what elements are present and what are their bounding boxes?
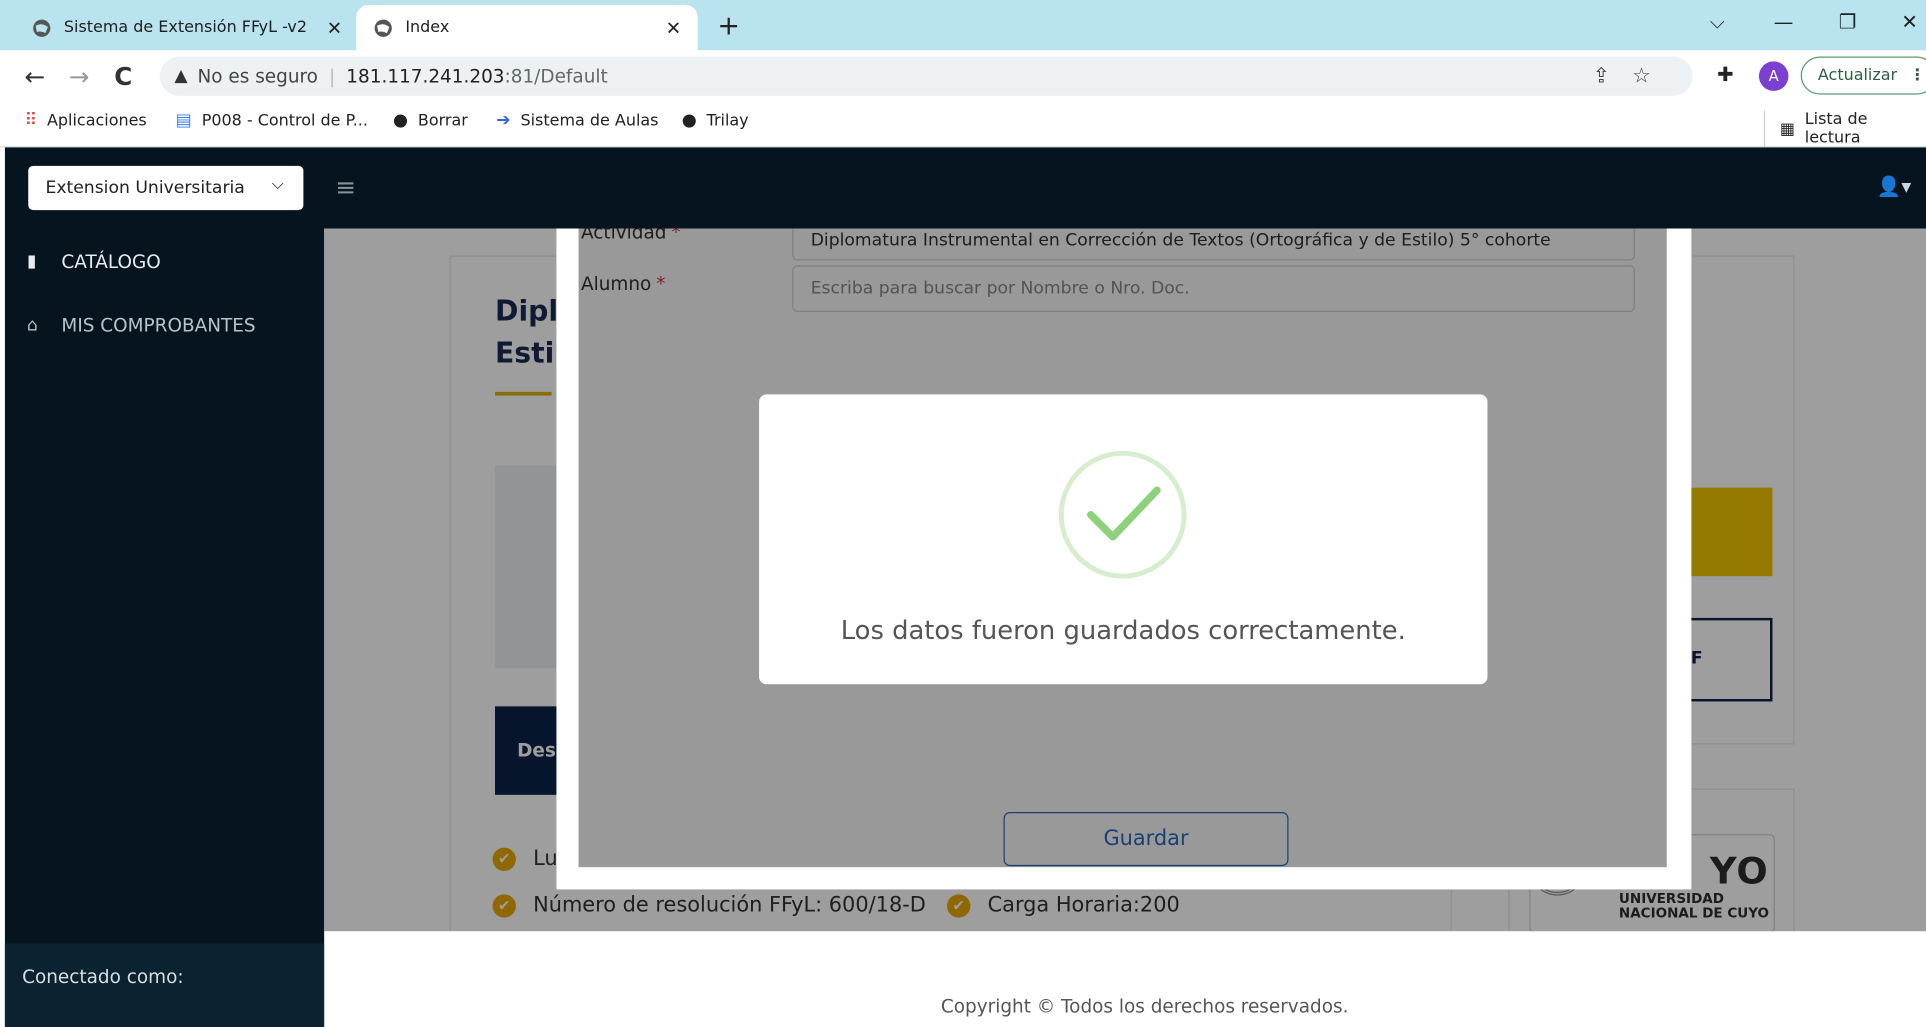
bookmark-apps[interactable]: ⠿ Aplicaciones <box>25 111 147 131</box>
module-select-value: Extension Universitaria <box>45 178 245 198</box>
address-host: 181.117.241.203 <box>346 65 505 88</box>
success-alert: Los datos fueron guardados correctamente… <box>759 394 1488 685</box>
connected-as: Conectado como: <box>4 943 325 1027</box>
doc-icon: ▤ <box>175 110 192 131</box>
book-icon: ▮ <box>27 251 37 272</box>
footer: Copyright © Todos los derechos reservado… <box>324 931 1926 1027</box>
bookmark-aulas[interactable]: ➔ Sistema de Aulas <box>496 111 658 131</box>
home-icon: ⌂ <box>27 315 38 336</box>
minimize-icon[interactable]: — <box>1774 10 1794 33</box>
forward-icon[interactable]: → <box>69 61 90 90</box>
alert-message: Los datos fueron guardados correctamente… <box>840 615 1406 645</box>
address-bar[interactable]: ▲ No es seguro | 181.117.241.203 :81/Def… <box>159 56 1693 96</box>
profile-avatar[interactable]: A <box>1758 61 1789 91</box>
back-icon[interactable]: ← <box>25 61 46 90</box>
sidebar-item-comprobantes[interactable]: ⌂ MIS COMPROBANTES <box>27 314 256 336</box>
tab-title: Sistema de Extensión FFyL -v2 <box>63 18 308 37</box>
sidebar-item-label: CATÁLOGO <box>61 250 161 273</box>
module-select[interactable]: Extension Universitaria ⌵ <box>28 165 304 211</box>
address-path: :81/Default <box>504 65 608 88</box>
globe-icon <box>374 19 392 37</box>
security-label: No es seguro <box>197 65 318 88</box>
globe-icon: ● <box>681 110 697 131</box>
update-button[interactable]: Actualizar ⋮ <box>1800 56 1926 95</box>
share-star-icons[interactable]: ⇪☆ <box>1593 64 1673 89</box>
hamburger-icon[interactable]: ≡ <box>335 172 356 201</box>
address-separator: | <box>329 65 336 88</box>
restore-icon[interactable]: ❐ <box>1839 10 1857 33</box>
bookmark-borrar[interactable]: ● Borrar <box>393 111 468 131</box>
bookmark-trilay[interactable]: ● Trilay <box>682 111 749 131</box>
app-header: Extension Universitaria ⌵ ≡ 👤▾ <box>4 147 1926 229</box>
check-icon <box>1058 450 1187 579</box>
globe-icon <box>33 19 51 37</box>
new-tab-icon[interactable]: + <box>717 11 740 42</box>
connected-label: Conectado como: <box>22 965 184 988</box>
close-window-icon[interactable]: ✕ <box>1901 10 1917 33</box>
tab-search-icon[interactable]: ⌵ <box>1710 10 1725 35</box>
reading-list-icon: ▦ <box>1779 119 1795 139</box>
reading-list[interactable]: ▦ Lista de lectura <box>1763 110 1926 148</box>
arrow-icon: ➔ <box>496 110 511 131</box>
checkmark <box>1087 486 1161 541</box>
bookmarks-bar: ⠿ Aplicaciones ▤ P008 - Control de P... ● B… <box>0 101 1926 148</box>
menu-dots-icon[interactable]: ⋮ <box>1909 66 1925 84</box>
bookmark-p008[interactable]: ▤ P008 - Control de P... <box>176 111 368 131</box>
warning-icon: ▲ <box>174 66 188 86</box>
tab-title: Index <box>405 18 450 37</box>
browser-tab-index[interactable]: Index ✕ <box>356 4 698 51</box>
apps-grid-icon: ⠿ <box>24 110 38 131</box>
sidebar: ▮ CATÁLOGO ⌂ MIS COMPROBANTES Conectado … <box>4 228 325 1027</box>
browser-toolbar: ← → C ▲ No es seguro | 181.117.241.203 :… <box>0 50 1926 102</box>
globe-icon: ● <box>393 110 409 131</box>
reload-icon[interactable]: C <box>114 61 132 90</box>
copyright-text: Copyright © Todos los derechos reservado… <box>940 995 1349 1018</box>
close-icon[interactable]: ✕ <box>327 17 342 39</box>
browser-tab-sistema[interactable]: Sistema de Extensión FFyL -v2 ✕ <box>32 5 359 50</box>
update-label: Actualizar <box>1817 66 1898 85</box>
browser-tab-bar: Sistema de Extensión FFyL -v2 ✕ Index ✕ … <box>0 0 1926 51</box>
extensions-icon[interactable]: ✚ <box>1717 63 1733 86</box>
sidebar-item-label: MIS COMPROBANTES <box>61 314 256 337</box>
chevron-down-icon: ⌵ <box>271 175 284 195</box>
user-menu-icon[interactable]: 👤▾ <box>1877 174 1911 197</box>
close-icon[interactable]: ✕ <box>666 17 681 39</box>
sidebar-item-catalogo[interactable]: ▮ CATÁLOGO <box>27 251 161 273</box>
